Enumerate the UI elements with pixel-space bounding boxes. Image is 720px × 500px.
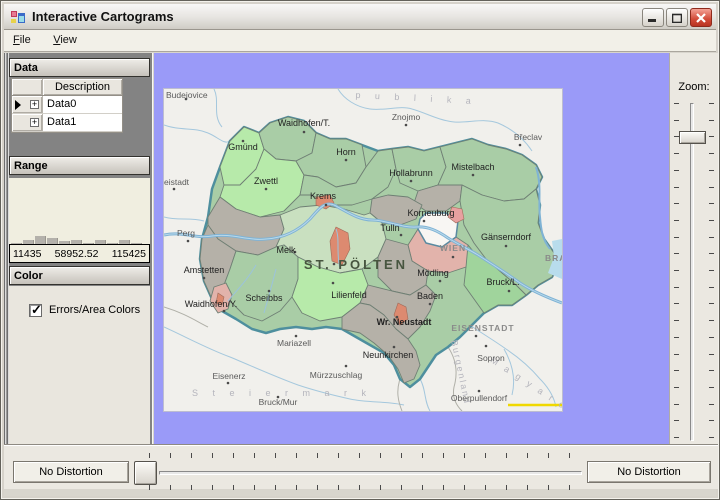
table-row[interactable]: Data1 [12,114,122,132]
table-row[interactable]: Data0 [12,96,122,114]
svg-text:Bruck/L.: Bruck/L. [486,277,519,287]
range-histogram[interactable] [9,178,150,244]
distortion-slider-ticks-top [149,453,574,458]
svg-text:EISENSTADT: EISENSTADT [451,323,514,333]
cartogram-map[interactable]: p u b l i k a S t e i e r m a r k Burgen… [164,89,562,411]
left-panel: Data Description Data0 Data1 Range [4,53,153,444]
maximize-icon [672,13,682,23]
range-section-header: Range [9,156,150,175]
svg-text:BRA: BRA [545,253,562,263]
color-section-header: Color [9,266,150,285]
current-row-arrow-icon [15,100,21,110]
data-grid-header-row: Description [12,79,122,96]
range-values: 11435 58952.52 115425 [9,244,150,263]
errors-area-colors-label: Errors/Area Colors [49,304,140,316]
svg-text:Neunkirchen: Neunkirchen [363,350,414,360]
svg-text:WIEN: WIEN [440,243,466,253]
svg-text:Sopron: Sopron [477,353,505,363]
svg-text:Waidhofen/T.: Waidhofen/T. [278,118,330,128]
svg-text:Lilienfeld: Lilienfeld [331,290,367,300]
maximize-button[interactable] [666,8,688,27]
zoom-panel: Zoom: [669,53,718,444]
svg-text:eistadt: eistadt [164,177,190,187]
svg-text:Waidhofen/Y.: Waidhofen/Y. [185,299,238,309]
row-header [12,114,43,131]
row-header [12,96,43,113]
minimize-button[interactable] [642,8,664,27]
menu-file[interactable]: File [4,30,40,52]
range-mid: 58952.52 [55,248,99,262]
zoom-slider-ticks-left [674,103,679,443]
app-icon [10,9,26,25]
svg-text:Tulln: Tulln [380,223,399,233]
title-bar[interactable]: Interactive Cartograms [4,4,716,30]
zoom-slider-track[interactable] [690,103,694,441]
svg-text:Krems: Krems [310,191,337,201]
map-viewport[interactable]: p u b l i k a S t e i e r m a r k Burgen… [154,53,669,444]
svg-text:Mödling: Mödling [417,268,449,278]
svg-text:Oberpullendorf: Oberpullendorf [451,393,508,403]
no-distortion-right-button[interactable]: No Distortion [587,461,711,483]
svg-text:Melk: Melk [276,245,296,255]
bottom-bar: No Distortion No Distortion [4,444,718,489]
close-button[interactable] [690,8,712,27]
svg-text:Gänserndorf: Gänserndorf [481,232,532,242]
data-section-header: Data [9,58,150,77]
no-distortion-left-button[interactable]: No Distortion [13,461,129,483]
zoom-slider-ticks-right [709,103,714,443]
svg-text:Baden: Baden [417,291,443,301]
svg-text:ST. PÖLTEN: ST. PÖLTEN [304,257,408,272]
svg-text:Gmünd: Gmünd [228,142,258,152]
svg-text:Hollabrunn: Hollabrunn [389,168,433,178]
svg-text:Budejovice: Budejovice [166,90,208,100]
svg-text:Horn: Horn [336,147,356,157]
svg-text:Mariazell: Mariazell [277,338,311,348]
svg-text:Amstetten: Amstetten [184,265,225,275]
window-title: Interactive Cartograms [32,4,174,29]
grid-corner-cell [12,79,43,95]
svg-text:Wr. Neustadt: Wr. Neustadt [377,317,432,327]
menu-bar: File View [4,30,716,52]
grid-column-header: Description [43,79,122,95]
zoom-slider-thumb[interactable] [679,131,706,144]
range-min: 11435 [13,248,41,262]
data-grid: Description Data0 Data1 [11,78,123,133]
color-section-body: Errors/Area Colors [9,286,150,444]
minimize-icon [648,13,658,22]
grid-cell[interactable]: Data0 [43,96,122,113]
app-window: Interactive Cartograms File View Data De… [0,0,720,500]
zoom-label: Zoom: [670,81,718,93]
errors-area-colors-checkbox[interactable] [29,304,42,317]
svg-text:Zwettl: Zwettl [254,176,278,186]
distortion-slider-track[interactable] [159,471,582,475]
range-max: 115425 [112,248,146,262]
svg-text:Bruck/Mur: Bruck/Mur [259,397,298,407]
svg-text:Mistelbach: Mistelbach [451,162,494,172]
svg-text:Znojmo: Znojmo [392,112,421,122]
expand-plus-icon[interactable] [30,118,39,127]
svg-text:Perg: Perg [177,228,195,238]
svg-text:Eisenerz: Eisenerz [212,371,245,381]
distortion-slider-ticks-bottom [149,485,574,490]
grid-cell[interactable]: Data1 [43,114,122,131]
menu-view[interactable]: View [44,30,86,52]
svg-text:Scheibbs: Scheibbs [245,293,283,303]
svg-text:Mürzzuschlag: Mürzzuschlag [310,370,363,380]
svg-text:Břeclav: Břeclav [514,132,543,142]
close-icon [696,13,706,23]
distortion-slider-thumb[interactable] [134,461,157,485]
svg-text:Korneuburg: Korneuburg [407,208,454,218]
expand-plus-icon[interactable] [30,100,39,109]
